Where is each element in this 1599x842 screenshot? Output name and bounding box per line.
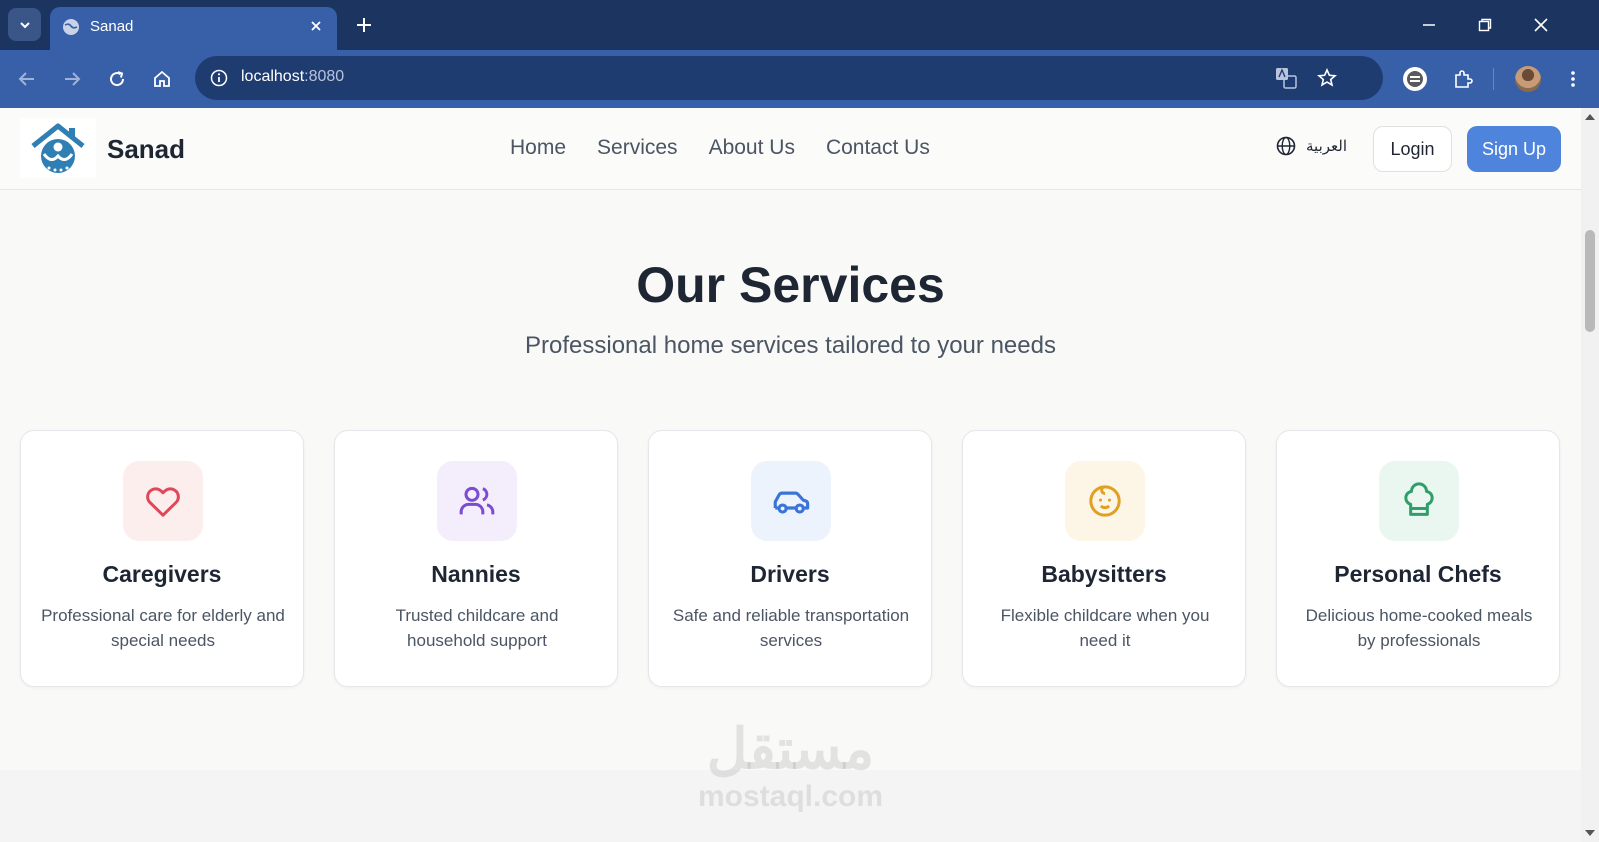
- restore-icon: [1478, 18, 1492, 32]
- address-bar[interactable]: localhost:8080: [195, 56, 1383, 100]
- new-tab-button[interactable]: [352, 13, 376, 37]
- translate-button[interactable]: [1274, 66, 1298, 90]
- tab-search-button[interactable]: [8, 8, 41, 41]
- reload-icon: [110, 71, 125, 87]
- service-title: Caregivers: [102, 561, 222, 587]
- arrow-right-icon: [65, 72, 81, 86]
- car-icon: [773, 491, 810, 514]
- toolbar-separator: [1493, 68, 1494, 90]
- extension-badge-icon: [1403, 67, 1427, 91]
- service-icon-box: [437, 461, 517, 541]
- chevron-down-icon: [19, 21, 30, 28]
- close-icon: [311, 21, 321, 31]
- more-vertical-icon: [1571, 71, 1575, 87]
- signup-button[interactable]: Sign Up: [1467, 126, 1561, 172]
- service-card-drivers[interactable]: Drivers Safe and reliable transportation…: [648, 430, 932, 687]
- close-window-button[interactable]: [1528, 12, 1554, 38]
- page-scrollbar[interactable]: [1581, 108, 1599, 842]
- service-icon-box: [751, 461, 831, 541]
- service-card-personal-chefs[interactable]: Personal Chefs Delicious home-cooked mea…: [1276, 430, 1560, 687]
- service-description: Trusted childcare and household support: [395, 606, 559, 650]
- restore-button[interactable]: [1472, 12, 1498, 38]
- service-description: Safe and reliable transportation service…: [672, 606, 910, 650]
- minimize-icon: [1423, 24, 1435, 26]
- browser-tab-bar: Sanad: [0, 0, 1599, 50]
- tab-title: Sanad: [90, 18, 134, 35]
- main-nav: Home Services About Us Contact Us: [510, 136, 930, 160]
- service-title: Drivers: [750, 561, 830, 587]
- url-host: localhost: [241, 68, 305, 85]
- service-icon-box: [1065, 461, 1145, 541]
- service-card-caregivers[interactable]: Caregivers Professional care for elderly…: [20, 430, 304, 687]
- reload-button[interactable]: [104, 66, 130, 92]
- scroll-thumb[interactable]: [1585, 230, 1595, 332]
- service-icon-box: [1379, 461, 1459, 541]
- translate-icon: [1276, 68, 1297, 89]
- browser-toolbar: localhost:8080: [0, 50, 1599, 108]
- watermark-arabic: مستقل: [706, 717, 875, 780]
- service-description: Flexible childcare when you need it: [1000, 606, 1210, 650]
- section-title: Our Services: [636, 257, 945, 313]
- watermark-latin: mostaql.com: [697, 780, 884, 813]
- extensions-menu-button[interactable]: [1450, 66, 1476, 92]
- info-icon: [210, 69, 228, 87]
- service-description: Professional care for elderly and specia…: [41, 606, 285, 650]
- service-title: Babysitters: [1041, 561, 1167, 587]
- scroll-down-arrow-icon[interactable]: [1585, 830, 1595, 836]
- plus-icon: [357, 18, 371, 32]
- globe-favicon-icon: [63, 19, 79, 35]
- chef-hat-icon: [1404, 482, 1434, 516]
- nav-services[interactable]: Services: [597, 136, 678, 160]
- scroll-up-arrow-icon[interactable]: [1585, 114, 1595, 120]
- baby-icon: [1089, 485, 1121, 517]
- url-port: :8080: [304, 68, 345, 85]
- service-card-nannies[interactable]: Nannies Trusted childcare and household …: [334, 430, 618, 687]
- site-header: Sanad Home Services About Us Contact Us …: [0, 108, 1581, 190]
- close-icon: [1534, 18, 1548, 32]
- section-subtitle: Professional home services tailored to y…: [525, 332, 1056, 359]
- site-info-button[interactable]: [207, 66, 231, 90]
- language-switcher[interactable]: العربية: [1276, 136, 1347, 156]
- service-description: Delicious home-cooked meals by professio…: [1305, 606, 1533, 650]
- profile-avatar[interactable]: [1515, 66, 1541, 92]
- star-icon: [1317, 68, 1337, 87]
- extension-button[interactable]: [1402, 66, 1428, 92]
- nav-about-us[interactable]: About Us: [709, 136, 795, 160]
- bookmark-button[interactable]: [1315, 66, 1339, 90]
- puzzle-icon: [1455, 70, 1473, 88]
- minimize-button[interactable]: [1416, 12, 1442, 38]
- language-label: العربية: [1306, 138, 1347, 155]
- home-button[interactable]: [149, 66, 175, 92]
- service-title: Nannies: [431, 561, 521, 587]
- brand-name[interactable]: Sanad: [107, 134, 185, 165]
- globe-icon: [1276, 136, 1296, 156]
- page-viewport: Sanad Home Services About Us Contact Us …: [0, 108, 1581, 842]
- browser-tab[interactable]: Sanad: [50, 7, 337, 50]
- url-text: localhost:8080: [241, 68, 344, 86]
- home-icon: [154, 70, 170, 87]
- house-hands-logo-icon: [31, 123, 85, 173]
- tab-close-button[interactable]: [305, 15, 327, 37]
- heart-icon: [146, 487, 180, 517]
- site-logo[interactable]: [20, 118, 96, 178]
- browser-menu-button[interactable]: [1560, 66, 1586, 92]
- arrow-left-icon: [18, 72, 34, 86]
- forward-button[interactable]: [59, 66, 85, 92]
- nav-home[interactable]: Home: [510, 136, 566, 160]
- nav-contact-us[interactable]: Contact Us: [826, 136, 930, 160]
- service-title: Personal Chefs: [1334, 561, 1502, 587]
- users-icon: [459, 486, 495, 515]
- service-icon-box: [123, 461, 203, 541]
- service-card-babysitters[interactable]: Babysitters Flexible childcare when you …: [962, 430, 1246, 687]
- back-button[interactable]: [14, 66, 40, 92]
- login-button[interactable]: Login: [1373, 126, 1452, 172]
